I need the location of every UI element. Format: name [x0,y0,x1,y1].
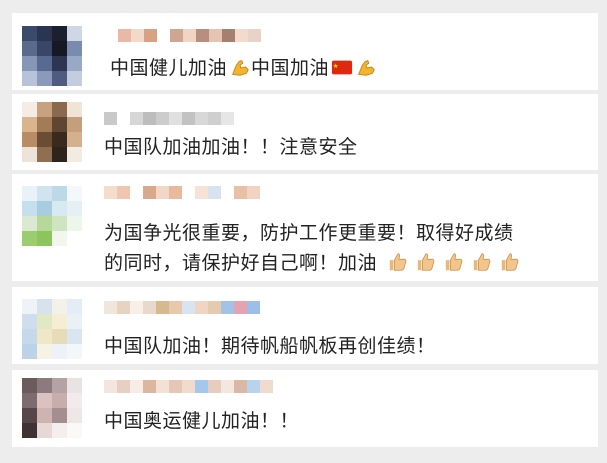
comment-line: 为国争光很重要，防护工作更重要！取得好成绩 [104,222,514,244]
user-name-blurred[interactable] [104,112,234,125]
user-name-blurred[interactable] [104,380,273,393]
comment-text-part: 的同时，请保护好自己啊！加油 [104,252,378,274]
comment-card: 为国争光很重要，防护工作更重要！取得好成绩 的同时，请保护好自己啊！加油 [12,174,598,281]
thumbs-up-icon [417,253,435,271]
comment-text-part: 中国健儿加油 [110,57,228,79]
avatar[interactable] [22,26,82,86]
thumbs-up-group [381,248,521,278]
comment-text-part: 中国队加油加油！！注意安全 [104,136,358,158]
comment-card: 中国奥运健儿加油！！ [12,370,598,447]
comment-line: 的同时，请保护好自己啊！加油 [104,248,521,278]
thumbs-up-icon [501,253,519,271]
comment-card: 中国队加油加油！！注意安全 [12,94,598,170]
comment-text: 中国奥运健儿加油！！ [104,406,299,436]
avatar[interactable] [22,102,82,162]
user-name-blurred[interactable] [104,186,260,199]
avatar[interactable] [22,299,82,359]
avatar[interactable] [22,186,82,246]
comment-text: 中国队加油加油！！注意安全 [104,132,358,162]
thumbs-up-icon [473,253,491,271]
comment-text: 中国队加油！期待帆船帆板再创佳绩！ [104,331,436,361]
thumbs-up-icon [389,253,407,271]
comment-card: 中国健儿加油 中国加油 [12,13,598,90]
comment-text-part: 中国加油 [251,57,330,79]
comment-text: 为国争光很重要，防护工作更重要！取得好成绩 的同时，请保护好自己啊！加油 [104,218,521,278]
user-name-blurred[interactable] [118,29,261,42]
comment-feed: 中国健儿加油 中国加油 中国队加油加油！！注意安全 为国争光很重要，防护工作更重… [0,0,607,463]
comment-text-part: 中国奥运健儿加油！！ [104,410,300,432]
comment-text: 中国健儿加油 中国加油 [110,53,377,83]
user-name-blurred[interactable] [104,301,260,314]
thumbs-up-icon [445,253,463,271]
comment-card: 中国队加油！期待帆船帆板再创佳绩！ [12,287,598,364]
avatar[interactable] [22,378,82,438]
china-flag-icon [331,60,353,75]
comment-text-part: 中国队加油！期待帆船帆板再创佳绩！ [104,335,436,357]
flexed-biceps-icon [232,60,249,76]
flexed-biceps-icon [358,60,375,76]
